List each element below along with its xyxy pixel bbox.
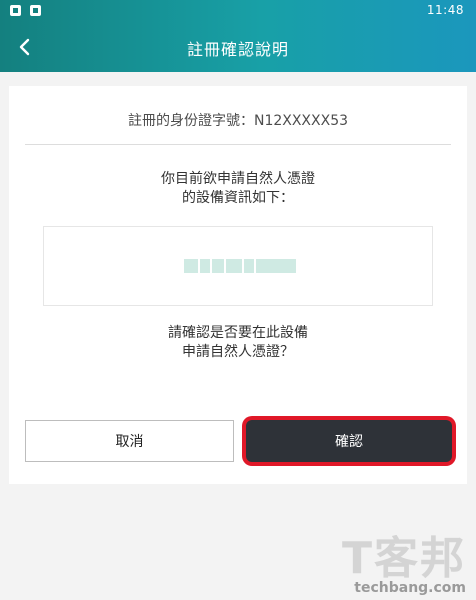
app-icon — [30, 5, 41, 16]
page-title: 註冊確認說明 — [186, 40, 289, 59]
status-time: 11:48 — [426, 3, 464, 17]
app-bar: 註冊確認說明 — [0, 22, 476, 72]
device-info-message-line-1: 你目前欲申請自然人憑證 — [161, 171, 315, 187]
watermark-title: T客邦 — [341, 533, 466, 584]
id-number-line: 註冊的身份證字號：N12XXXXX53 — [127, 113, 349, 129]
confirm-button[interactable]: 確認 — [246, 420, 452, 462]
cancel-button[interactable]: 取消 — [25, 420, 234, 462]
device-info-message-line-2: 的設備資訊如下： — [182, 190, 294, 206]
notification-icon — [10, 5, 21, 16]
confirm-question-line-1: 請確認是否要在此設備 — [168, 325, 308, 341]
confirmation-card: 註冊的身份證字號：N12XXXXX53 你目前欲申請自然人憑證 的設備資訊如下：… — [9, 86, 467, 484]
divider — [25, 144, 451, 145]
watermark-site: techbang.com — [354, 580, 466, 596]
confirm-question: 請確認是否要在此設備 申請自然人憑證？ — [9, 324, 467, 362]
watermark-logo: T客邦 techbang.com — [341, 533, 466, 597]
blurred-device-info — [184, 259, 296, 273]
status-bar: 11:48 — [0, 0, 476, 22]
device-info-box — [43, 226, 433, 306]
confirm-question-line-2: 申請自然人憑證？ — [182, 344, 294, 360]
device-info-message: 你目前欲申請自然人憑證 的設備資訊如下： — [9, 170, 467, 208]
